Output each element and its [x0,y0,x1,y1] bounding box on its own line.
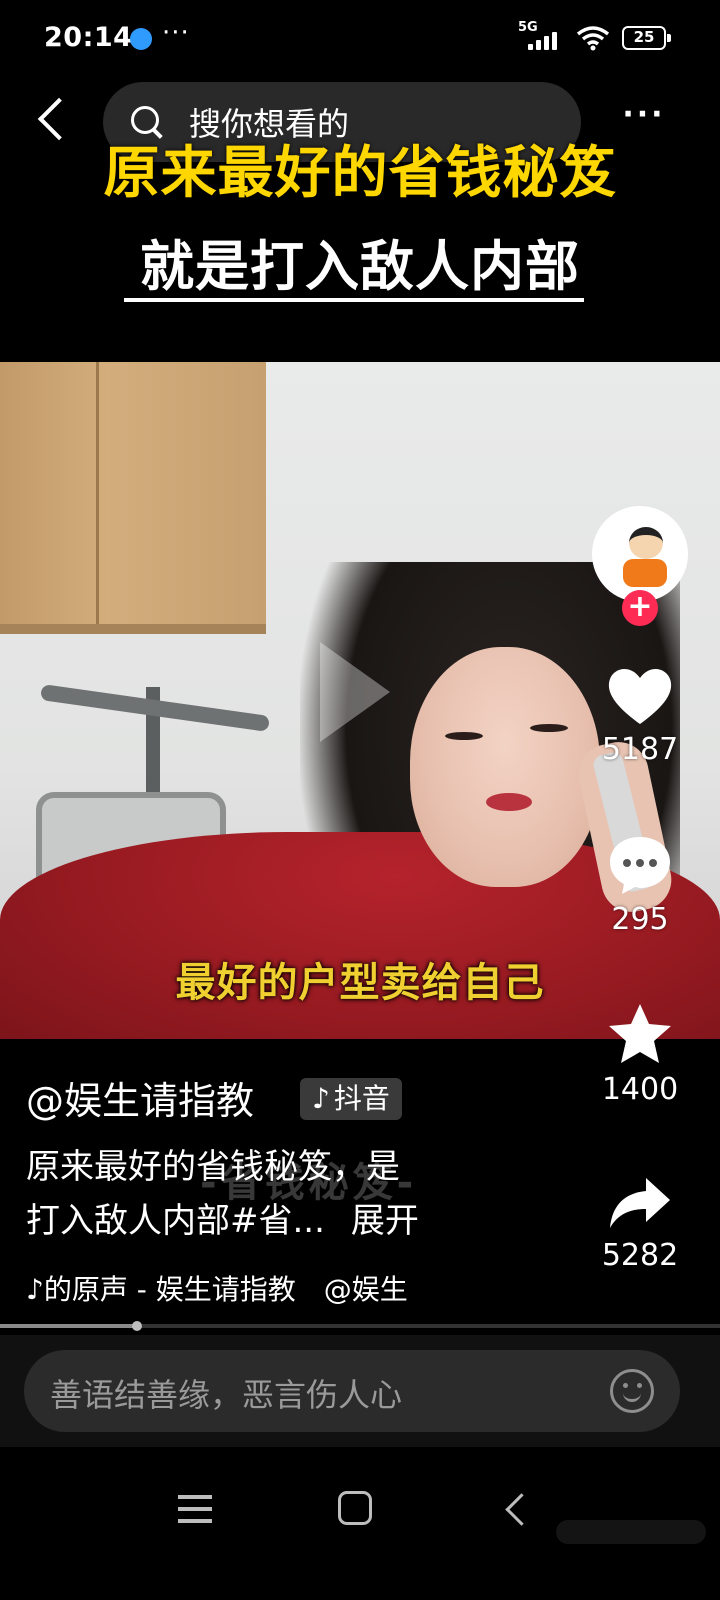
video-description: 原来最好的省钱秘笈，是 打入敌人内部#省... 展开 [26,1140,486,1248]
avatar-figure [613,523,673,593]
blue-dot-icon [130,28,152,50]
platform-label: 抖音 [333,1082,390,1115]
share-arrow-icon [610,1178,670,1228]
heart-icon [608,669,672,724]
menu-icon[interactable] [178,1495,212,1525]
avatar-head [629,527,663,559]
comment-button[interactable]: 295 [592,834,688,937]
description-line2: 打入敌人内部#省... [26,1201,325,1241]
comment-placeholder: 善语结善缘，恶言伤人心 [50,1376,403,1414]
person-lips [486,793,532,811]
music-note-icon: ♪ [26,1273,44,1306]
wifi-icon [576,26,610,51]
play-icon [300,642,390,742]
like-count: 5187 [601,732,679,767]
expand-link[interactable]: 展开 [351,1201,419,1241]
follow-button[interactable]: + [622,590,658,626]
back-icon[interactable] [500,1493,530,1523]
comment-icon [610,837,670,894]
title-underline [124,298,584,302]
status-time: 20:14 [44,22,133,53]
share-count: 5282 [601,1238,679,1273]
progress-fill [0,1324,137,1328]
video-title-line1: 原来最好的省钱秘笈 [103,141,617,206]
platform-tag[interactable]: ♪ 抖音 [300,1078,402,1120]
avatar-body [623,559,667,587]
emoji-smile-icon[interactable] [610,1369,654,1413]
favorite-button[interactable]: 1400 [592,1002,688,1107]
star-icon [609,1004,671,1063]
author-name[interactable]: @娱生请指教 [26,1070,254,1125]
video-title-line2: 就是打入敌人内部 [140,235,580,298]
battery-icon: 25 [622,26,671,50]
person-face [410,647,600,887]
favorite-count: 1400 [601,1072,679,1107]
video-progress-bar[interactable] [0,1321,720,1331]
cabinet-edge [0,624,266,634]
music-label: 的原声 - 娱生请指教 @娱生 [43,1273,408,1306]
like-button[interactable]: 5187 [592,664,688,767]
video-caption: 最好的户型卖给自己 [175,960,545,1006]
comment-count: 295 [611,902,669,937]
cabinet-image [0,362,266,634]
home-icon[interactable] [338,1491,372,1525]
comment-input[interactable]: 善语结善缘，恶言伤人心 [24,1350,680,1432]
watermark [556,1520,706,1544]
person-eye [445,732,483,740]
cabinet-seam [96,362,99,624]
person-eye [530,724,568,732]
music-note-icon: ♪ [312,1082,330,1115]
signal-icon [528,28,564,50]
share-button[interactable]: 5282 [592,1176,688,1273]
status-bar: 20:14 ··· 5G 25 [0,0,720,78]
music-info[interactable]: ♪的原声 - 娱生请指教 @娱生 [26,1268,436,1308]
avatar[interactable] [592,506,688,602]
description-line1: 原来最好的省钱秘笈，是 [26,1147,400,1187]
progress-knob[interactable] [131,1321,142,1331]
status-more: ··· [162,18,190,48]
